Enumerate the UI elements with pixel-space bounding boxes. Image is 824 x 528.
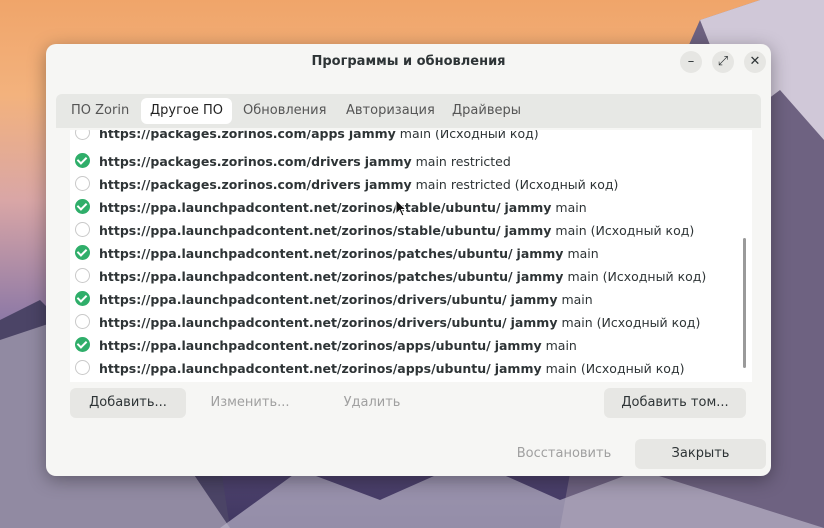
close-window-button[interactable]: ✕ <box>744 51 766 73</box>
add-volume-button[interactable]: Добавить том... <box>604 388 746 418</box>
source-checkbox[interactable] <box>75 337 90 352</box>
revert-button[interactable]: Восстановить <box>508 439 620 469</box>
source-url: https://packages.zorinos.com/drivers <box>99 177 361 192</box>
source-checkbox[interactable] <box>75 360 90 375</box>
source-suite: jammy <box>510 315 558 330</box>
list-scrollbar[interactable] <box>743 238 746 368</box>
source-suite: jammy <box>348 130 396 141</box>
window-title: Программы и обновления <box>311 54 506 69</box>
source-components: main <box>545 338 577 353</box>
sources-list[interactable]: https://packages.zorinos.com/apps jammy … <box>70 130 752 382</box>
edit-button[interactable]: Изменить... <box>202 388 298 418</box>
source-components: main <box>555 200 587 215</box>
source-url: https://ppa.launchpadcontent.net/zorinos… <box>99 292 507 307</box>
source-url: https://ppa.launchpadcontent.net/zorinos… <box>99 361 491 376</box>
source-suite: jammy <box>504 200 552 215</box>
source-suite: jammy <box>504 223 552 238</box>
source-checkbox[interactable] <box>75 176 90 191</box>
source-suite: jammy <box>494 338 542 353</box>
titlebar: Программы и обновления – ⤢ ✕ <box>46 44 771 80</box>
source-components: main (Исходный код) <box>555 223 695 238</box>
tab-zorin-software[interactable]: ПО Zorin <box>62 98 138 124</box>
source-url: https://ppa.launchpadcontent.net/zorinos… <box>99 200 501 215</box>
maximize-button[interactable]: ⤢ <box>712 51 734 73</box>
source-checkbox[interactable] <box>75 314 90 329</box>
source-components: main (Исходный код) <box>561 315 701 330</box>
tab-drivers[interactable]: Драйверы <box>443 98 530 124</box>
source-components: main restricted <box>415 154 511 169</box>
source-components: main <box>561 292 593 307</box>
mouse-pointer-icon <box>395 199 407 217</box>
source-suite: jammy <box>510 292 558 307</box>
source-checkbox[interactable] <box>75 245 90 260</box>
source-checkbox[interactable] <box>75 199 90 214</box>
source-suite: jammy <box>364 154 412 169</box>
source-checkbox[interactable] <box>75 291 90 306</box>
source-suite: jammy <box>364 177 412 192</box>
remove-button[interactable]: Удалить <box>324 388 420 418</box>
source-suite: jammy <box>516 269 564 284</box>
source-checkbox[interactable] <box>75 222 90 237</box>
source-components: main restricted (Исходный код) <box>415 177 619 192</box>
add-button[interactable]: Добавить... <box>70 388 186 418</box>
source-suite: jammy <box>494 361 542 376</box>
source-url: https://ppa.launchpadcontent.net/zorinos… <box>99 315 507 330</box>
source-checkbox[interactable] <box>75 130 90 140</box>
source-components: main (Исходный код) <box>567 269 707 284</box>
source-url: https://ppa.launchpadcontent.net/zorinos… <box>99 269 513 284</box>
source-url: https://ppa.launchpadcontent.net/zorinos… <box>99 338 491 353</box>
source-components: main (Исходный код) <box>545 361 685 376</box>
source-url: https://packages.zorinos.com/apps <box>99 130 345 141</box>
source-components: main <box>567 246 599 261</box>
minimize-button[interactable]: – <box>680 51 702 73</box>
tab-authentication[interactable]: Авторизация <box>337 98 444 124</box>
source-components: main (Исходный код) <box>399 130 539 141</box>
source-url: https://packages.zorinos.com/drivers <box>99 154 361 169</box>
close-button[interactable]: Закрыть <box>635 439 766 469</box>
software-sources-window: Программы и обновления – ⤢ ✕ ПО Zorin Др… <box>46 44 771 476</box>
tab-updates[interactable]: Обновления <box>234 98 335 124</box>
tab-other-software[interactable]: Другое ПО <box>141 98 233 124</box>
source-checkbox[interactable] <box>75 268 90 283</box>
source-checkbox[interactable] <box>75 153 90 168</box>
source-url: https://ppa.launchpadcontent.net/zorinos… <box>99 246 513 261</box>
tab-bar: ПО Zorin Другое ПО Обновления Авторизаци… <box>56 94 761 128</box>
source-suite: jammy <box>516 246 564 261</box>
source-url: https://ppa.launchpadcontent.net/zorinos… <box>99 223 501 238</box>
